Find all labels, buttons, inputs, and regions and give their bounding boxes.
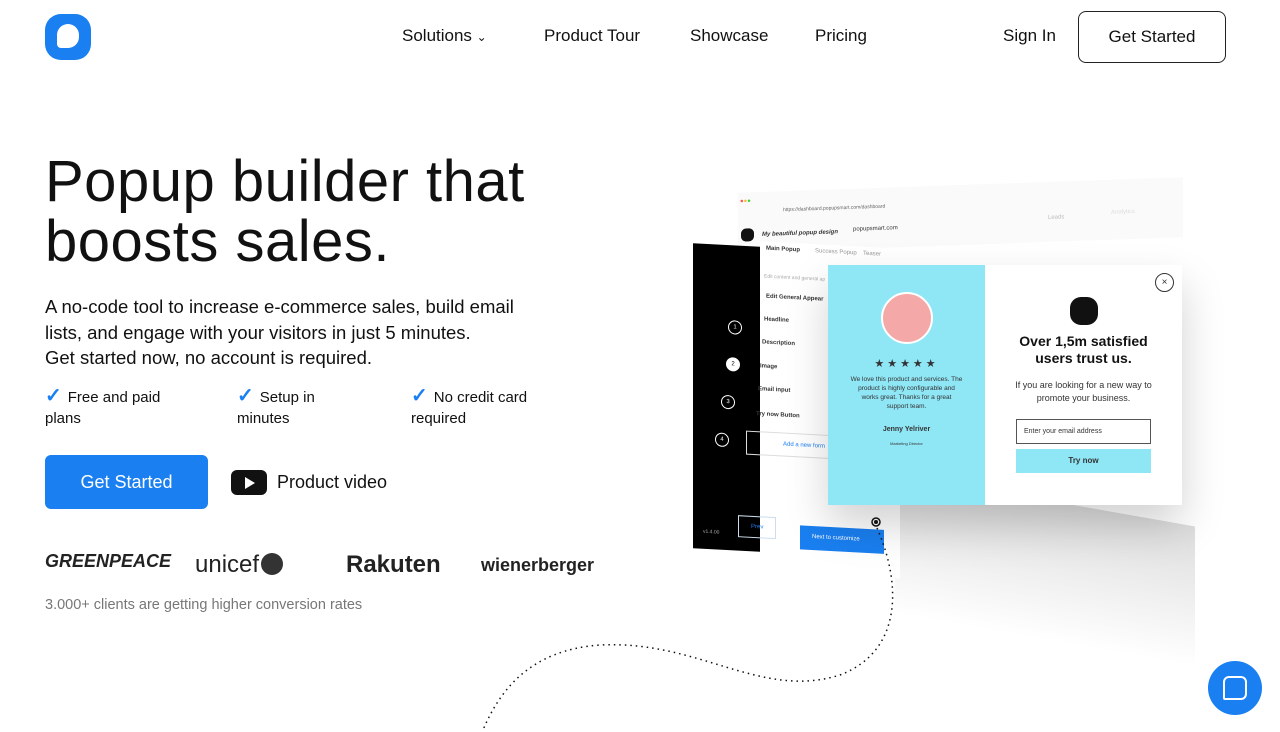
dotted-path — [482, 517, 894, 731]
chat-icon — [1223, 676, 1247, 700]
chat-button[interactable] — [1208, 661, 1262, 715]
